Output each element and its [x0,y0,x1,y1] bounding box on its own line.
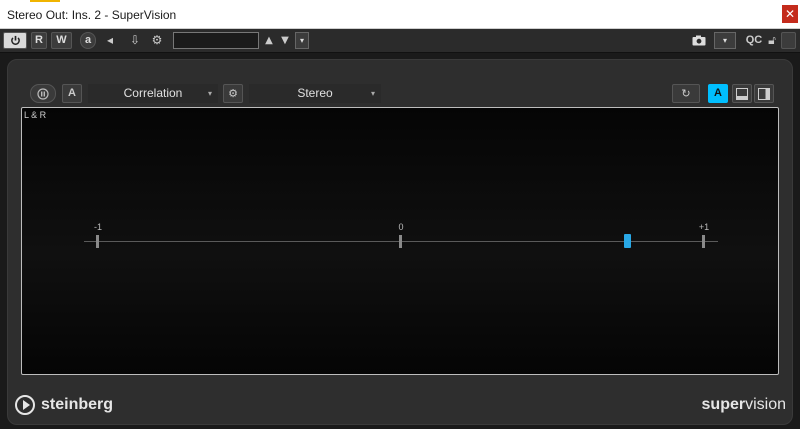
gear-icon: ⚙ [228,87,238,100]
scale-label-min: -1 [93,222,103,232]
layout-side-button[interactable] [754,84,774,103]
title-accent-strip [30,0,60,2]
bypass-icon: a [84,34,92,46]
product-name-bold: super [701,396,746,413]
a-active-button[interactable]: A [708,84,728,103]
preset-prev-icon[interactable]: ▲ [262,32,276,49]
pause-icon [37,88,49,100]
module-select[interactable]: Correlation ▾ [88,84,218,103]
channel-select[interactable]: Stereo ▾ [249,84,381,103]
lock-icon[interactable]: 🔓︎ [766,32,778,49]
power-icon [10,35,20,45]
window-title: Stereo Out: Ins. 2 - SuperVision [7,8,177,22]
a-slot-button[interactable]: A [62,84,82,103]
quick-controls-label[interactable]: QC [744,32,764,49]
panel-right-icon [758,88,770,100]
power-button[interactable] [3,32,27,49]
preset-menu-button[interactable]: ▾ [295,32,309,49]
quick-controls-toggle[interactable] [781,32,796,49]
product-name-light: vision [745,396,786,413]
brand-name: steinberg [41,396,114,413]
settings-gear-icon[interactable]: ⚙ [149,32,165,49]
correlation-display: L & R -1 0 +1 [21,107,779,375]
module-header-bar: A Correlation ▾ ⚙ Stereo ▾ ↻ A [27,84,783,106]
window-title-bar: Stereo Out: Ins. 2 - SuperVision ✕ [0,0,800,29]
scale-tick-mid [399,235,402,248]
channel-select-value: Stereo [297,86,333,100]
scale-label-mid: 0 [398,222,404,232]
chevron-down-icon: ▾ [370,89,375,98]
routing-icon[interactable]: ⇩ [126,32,144,49]
host-toolbar: R W a ◂ ⇩ ⚙ ▲ ▼ ▾ ▾ QC 🔓︎ [0,29,800,53]
camera-icon[interactable] [690,32,708,49]
reset-button[interactable]: ↻ [672,84,700,103]
steinberg-play-icon [15,395,35,415]
bypass-button[interactable]: a [80,32,96,49]
read-automation-button[interactable]: R [31,32,47,49]
scale-label-max: +1 [698,222,710,232]
scale-tick-max [702,235,705,248]
preset-name-field[interactable] [173,32,259,49]
layout-bottom-button[interactable] [732,84,752,103]
chevron-down-icon: ▾ [207,89,212,98]
snapshot-menu-button[interactable]: ▾ [714,32,736,49]
side-chain-icon[interactable]: ◂ [102,32,118,49]
channel-label: L & R [24,110,47,120]
scale-tick-min [96,235,99,248]
pause-button[interactable] [30,84,56,103]
product-logo: supervision [702,396,786,414]
module-select-value: Correlation [123,86,183,100]
close-button[interactable]: ✕ [782,5,798,23]
correlation-indicator [623,234,631,248]
preset-next-icon[interactable]: ▼ [278,32,292,49]
module-settings-button[interactable]: ⚙ [223,84,243,103]
refresh-icon: ↻ [681,87,691,100]
write-automation-button[interactable]: W [51,32,72,49]
panel-bottom-icon [736,88,748,100]
steinberg-logo: steinberg [15,394,113,416]
